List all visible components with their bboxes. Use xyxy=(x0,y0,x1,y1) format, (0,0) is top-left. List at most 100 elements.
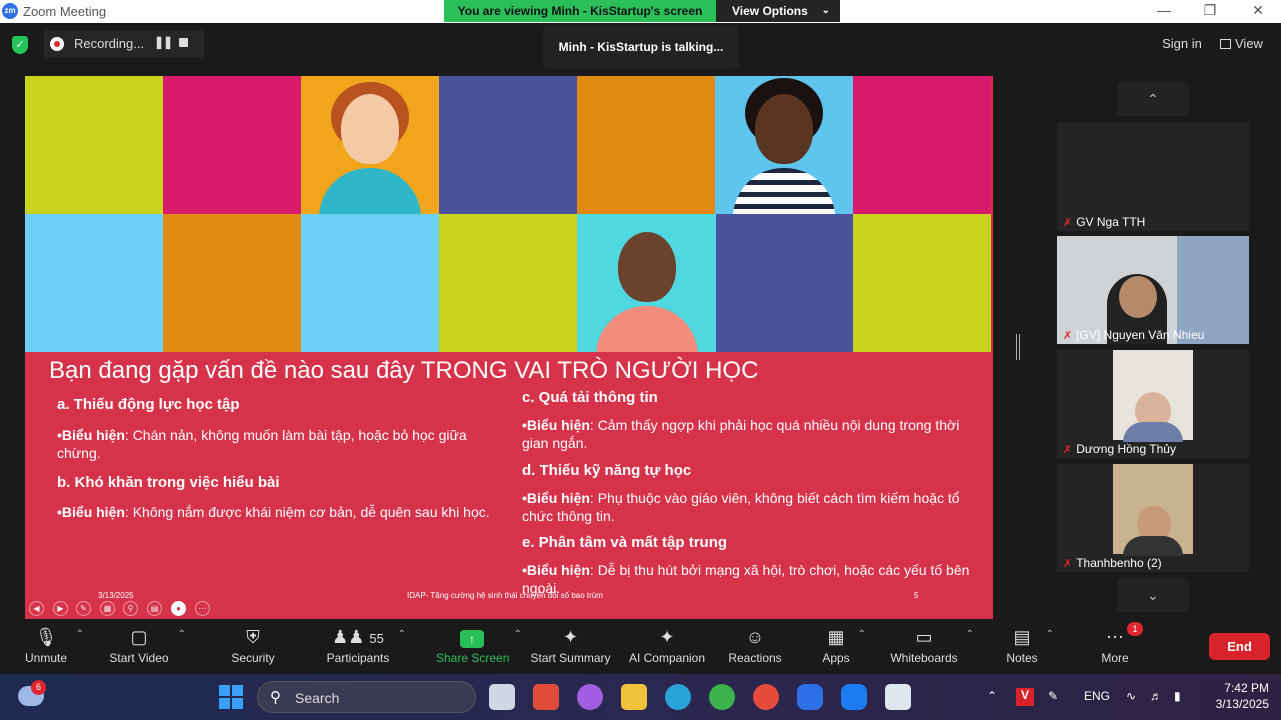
slide-color-tile xyxy=(853,76,991,214)
slide-color-tile xyxy=(163,214,301,352)
camera-icon[interactable]: ● xyxy=(171,601,186,616)
chevron-up-icon: ⌃ xyxy=(965,629,974,640)
chevron-up-icon: ⌃ xyxy=(857,629,866,640)
participant-name: ✗ Thanhbenho (2) xyxy=(1063,556,1162,570)
notes-button[interactable]: ▤ Notes ⌃ xyxy=(1004,623,1054,673)
participant-tile[interactable]: ✗ GV Nga TTH xyxy=(1057,123,1249,231)
participant-name: ✗ Dương Hồng Thủy xyxy=(1063,442,1176,456)
taskbar-clock[interactable]: 7:42 PM 3/13/2025 xyxy=(1205,680,1269,712)
share-screen-button[interactable]: ↑ Share Screen ⌃ xyxy=(436,623,522,673)
smiley-icon: ☺ xyxy=(745,627,765,647)
whiteboard-icon: ▭ xyxy=(915,627,933,647)
view-options-button[interactable]: View Options ⌄ xyxy=(716,0,840,22)
slide-page-number: 5 xyxy=(914,591,919,600)
app-icon[interactable] xyxy=(885,684,911,710)
muted-mic-icon: ✗ xyxy=(1063,558,1073,570)
participant-gallery: ⌃ ✗ GV Nga TTH ✗ [GV] Nguyen Văn Nhieu ✗ Dư… xyxy=(1057,76,1251,616)
view-label: View xyxy=(1235,36,1263,51)
whiteboards-button[interactable]: ▭ Whiteboards ⌃ xyxy=(888,623,974,673)
participant-tile[interactable]: ✗ Thanhbenho (2) xyxy=(1057,464,1249,572)
pen-icon[interactable]: ✎ xyxy=(76,601,91,616)
recording-label: Recording... xyxy=(74,36,145,51)
chevron-up-icon: ⌃ xyxy=(397,629,406,640)
wifi-icon[interactable]: ∿ xyxy=(1126,689,1136,703)
participant-tile[interactable]: ✗ [GV] Nguyen Văn Nhieu xyxy=(1057,236,1249,344)
slides-grid-icon[interactable]: ▦ xyxy=(100,601,115,616)
zoom-logo: zm xyxy=(2,3,18,19)
volume-icon[interactable]: ♬ xyxy=(1150,689,1162,703)
panel-resize-handle[interactable] xyxy=(1016,334,1020,360)
slide-color-tile xyxy=(25,76,163,214)
participant-tile[interactable]: ✗ Dương Hồng Thủy xyxy=(1057,350,1249,458)
next-slide-icon[interactable]: ▶ xyxy=(53,601,68,616)
smiling-woman-photo xyxy=(715,76,853,214)
slide-color-tile xyxy=(577,76,715,214)
taskbar-search[interactable]: ⚲ Search xyxy=(257,681,476,713)
section-c-text: •Biểu hiện: Cảm thấy ngợp khi phải học q… xyxy=(522,417,960,451)
start-summary-button[interactable]: ✦ Start Summary xyxy=(528,623,613,673)
search-icon: ⚲ xyxy=(270,689,281,706)
view-options-label: View Options xyxy=(732,4,808,18)
end-meeting-button[interactable]: End xyxy=(1209,633,1270,660)
more-options-icon[interactable]: ⋯ xyxy=(195,601,210,616)
section-d-heading: d. Thiếu kỹ năng tự học xyxy=(522,462,692,479)
chrome-icon[interactable] xyxy=(753,684,779,710)
section-c-heading: c. Quá tải thông tin xyxy=(522,389,658,406)
participant-name: ✗ GV Nga TTH xyxy=(1063,215,1146,229)
chevron-up-icon: ⌃ xyxy=(177,629,186,640)
gallery-scroll-down-icon[interactable]: ⌄ xyxy=(1117,578,1189,612)
task-view-icon[interactable] xyxy=(489,684,515,710)
chevron-up-icon: ⌃ xyxy=(513,629,522,640)
gallery-scroll-up-icon[interactable]: ⌃ xyxy=(1117,82,1189,116)
copilot-icon[interactable] xyxy=(577,684,603,710)
minimize-button[interactable]: — xyxy=(1149,2,1179,18)
security-shield-icon[interactable]: ✓ xyxy=(12,36,28,54)
windows-taskbar: 6 ⚲ Search ⌃ V ✎ ENG ∿ ♬ ▮ 7:42 PM 3/13/… xyxy=(0,674,1281,720)
security-button[interactable]: ⛨ Security xyxy=(228,623,278,673)
video-frame xyxy=(1113,350,1193,442)
slide-color-tile xyxy=(853,214,991,352)
section-b-text: •Biểu hiện: Không nắm được khái niệm cơ … xyxy=(57,504,490,520)
chevron-up-icon: ⌃ xyxy=(1045,629,1054,640)
sign-in-button[interactable]: Sign in xyxy=(1154,33,1210,55)
participants-icon: ♟♟ 55 xyxy=(332,627,384,647)
zalo-icon[interactable] xyxy=(841,684,867,710)
section-b-heading: b. Khó khăn trong việc hiểu bài xyxy=(57,474,280,491)
start-video-button[interactable]: ▢ Start Video ⌃ xyxy=(106,623,186,673)
zoom-icon[interactable]: ⚲ xyxy=(123,601,138,616)
slide-color-tile xyxy=(715,214,853,352)
file-explorer-icon[interactable] xyxy=(621,684,647,710)
participants-button[interactable]: ♟♟ 55 Participants ⌃ xyxy=(324,623,406,673)
store-icon[interactable] xyxy=(533,684,559,710)
video-off-icon: ▢ xyxy=(130,627,148,647)
tray-chevron-icon[interactable]: ⌃ xyxy=(987,689,997,703)
slide-footer-text: IDAP- Tăng cường hệ sinh thái chuyển đổi… xyxy=(407,591,603,600)
pause-recording-icon[interactable]: ❚❚ xyxy=(154,35,173,49)
muted-mic-icon: ✗ xyxy=(1063,444,1073,456)
grid-view-icon xyxy=(1220,39,1231,49)
subtitles-icon[interactable]: ▤ xyxy=(147,601,162,616)
edge-icon[interactable] xyxy=(665,684,691,710)
windows-start-icon[interactable] xyxy=(219,685,243,709)
language-indicator[interactable]: ENG xyxy=(1084,689,1110,703)
ai-companion-button[interactable]: ✦ AI Companion xyxy=(627,623,707,673)
active-speaker-indicator: Minh - KisStartup is talking... xyxy=(543,25,739,69)
prev-slide-icon[interactable]: ◀ xyxy=(29,601,44,616)
notes-icon: ▤ xyxy=(1013,627,1031,647)
unmute-button[interactable]: 🎙 Unmute ⌃ xyxy=(22,623,84,673)
reactions-button[interactable]: ☺ Reactions xyxy=(727,623,783,673)
app-icon[interactable] xyxy=(709,684,735,710)
tray-app-icon[interactable]: V xyxy=(1016,688,1034,706)
input-method-icon[interactable]: ✎ xyxy=(1048,689,1058,703)
weather-badge: 6 xyxy=(31,680,46,695)
view-button[interactable]: View xyxy=(1220,33,1272,55)
apps-button[interactable]: ▦ Apps ⌃ xyxy=(820,623,866,673)
close-button[interactable]: ✕ xyxy=(1243,2,1273,19)
zoom-taskbar-icon[interactable] xyxy=(797,684,823,710)
video-frame xyxy=(1113,464,1193,556)
section-a-heading: a. Thiếu động lực học tập xyxy=(57,396,240,413)
stop-recording-icon[interactable] xyxy=(179,38,188,47)
battery-icon[interactable]: ▮ xyxy=(1174,689,1181,703)
maximize-button[interactable]: ❐ xyxy=(1195,2,1225,19)
slide-color-tile xyxy=(439,214,577,352)
